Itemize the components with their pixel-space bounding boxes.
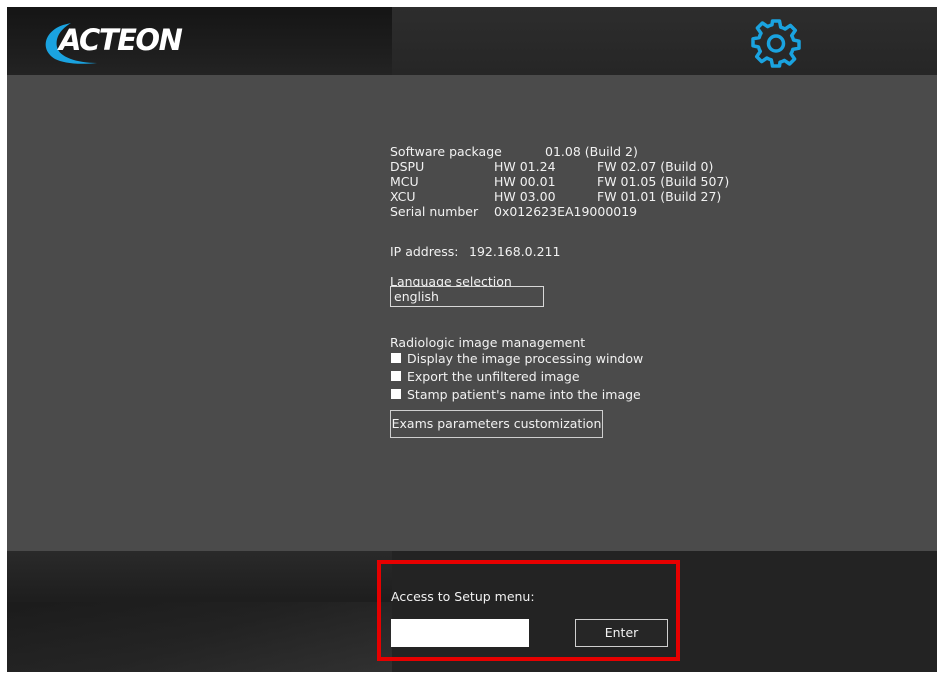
radiologic-title: Radiologic image management xyxy=(390,335,586,350)
checkbox-label: Export the unfiltered image xyxy=(407,368,580,384)
dspu-hw: HW 01.24 xyxy=(494,159,556,174)
header: ACTEON xyxy=(7,7,937,75)
software-package-label: Software package xyxy=(390,144,502,159)
option-stamp-patient-name[interactable]: Stamp patient's name into the image xyxy=(391,386,641,402)
mcu-fw: FW 01.05 (Build 507) xyxy=(597,174,730,189)
mcu-hw: HW 00.01 xyxy=(494,174,556,189)
mcu-label: MCU xyxy=(390,174,419,189)
setup-access-label: Access to Setup menu: xyxy=(391,589,535,604)
enter-button[interactable]: Enter xyxy=(575,619,668,647)
ip-address-label: IP address: xyxy=(390,244,459,259)
checkbox[interactable] xyxy=(391,353,401,363)
gear-icon[interactable] xyxy=(750,17,802,69)
checkbox-label: Display the image processing window xyxy=(407,350,644,366)
checkbox-label: Stamp patient's name into the image xyxy=(407,386,641,402)
header-right-area xyxy=(392,7,937,75)
option-export-unfiltered-image[interactable]: Export the unfiltered image xyxy=(391,368,580,384)
main-panel: Software package 01.08 (Build 2) DSPU HW… xyxy=(7,75,937,551)
footer-left-area xyxy=(7,551,392,672)
serial-number-label: Serial number xyxy=(390,204,479,219)
footer: Access to Setup menu: Enter xyxy=(7,551,937,672)
logo-text: ACTEON xyxy=(59,23,183,57)
acteon-logo: ACTEON xyxy=(37,19,187,67)
language-select[interactable]: english xyxy=(390,286,544,307)
header-logo-area: ACTEON xyxy=(7,7,392,75)
xcu-label: XCU xyxy=(390,189,416,204)
ip-address-value: 192.168.0.211 xyxy=(469,244,561,259)
serial-number-value: 0x012623EA19000019 xyxy=(494,204,638,219)
option-display-processing-window[interactable]: Display the image processing window xyxy=(391,350,643,366)
dspu-fw: FW 02.07 (Build 0) xyxy=(597,159,714,174)
software-package-value: 01.08 (Build 2) xyxy=(545,144,638,159)
xcu-hw: HW 03.00 xyxy=(494,189,556,204)
exams-parameters-button[interactable]: Exams parameters customization xyxy=(390,410,603,438)
xcu-fw: FW 01.01 (Build 27) xyxy=(597,189,722,204)
checkbox[interactable] xyxy=(391,371,401,381)
dspu-label: DSPU xyxy=(390,159,425,174)
checkbox[interactable] xyxy=(391,389,401,399)
app-window: ACTEON Software package 01.08 (Build 2) … xyxy=(7,7,937,672)
setup-password-input[interactable] xyxy=(391,619,529,647)
